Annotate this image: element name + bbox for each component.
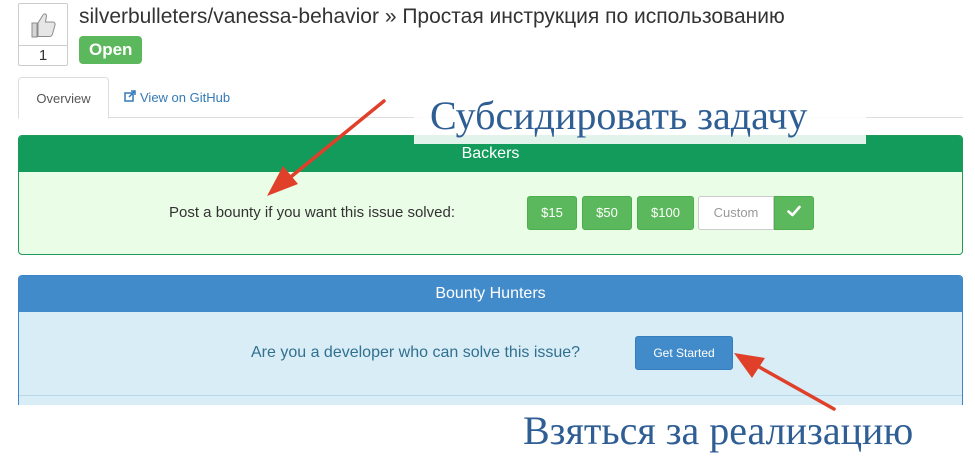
vote-box[interactable]: 1 — [18, 3, 68, 66]
confirm-bounty-button[interactable] — [774, 196, 814, 230]
backers-panel: Backers Post a bounty if you want this i… — [18, 135, 963, 255]
bounty-100-button[interactable]: $100 — [637, 196, 694, 230]
bounty-prompt: Post a bounty if you want this issue sol… — [169, 204, 455, 221]
get-started-button[interactable]: Get Started — [635, 336, 733, 370]
issue-title: silverbulleters/vanessa-behavior » Прост… — [79, 5, 785, 28]
bounty-50-button[interactable]: $50 — [582, 196, 632, 230]
annotation-implement: Взяться за реализацию — [523, 408, 914, 453]
vote-count: 1 — [38, 47, 48, 64]
bounty-hunters-heading: Bounty Hunters — [19, 276, 962, 312]
tab-view-on-github-label: View on GitHub — [140, 90, 231, 105]
hunters-prompt: Are you a developer who can solve this i… — [251, 344, 581, 361]
thumbs-up-icon[interactable] — [19, 4, 67, 46]
status-badge: Open — [79, 36, 143, 64]
custom-amount-input[interactable]: Custom — [698, 196, 774, 230]
external-link-icon — [124, 77, 136, 118]
annotation-subsidize: Субсидировать задачу — [430, 93, 808, 138]
bounty-hunters-panel: Bounty Hunters Are you a developer who c… — [18, 275, 963, 405]
tab-overview[interactable]: Overview — [18, 77, 109, 119]
check-icon — [787, 204, 801, 222]
bounty-15-button[interactable]: $15 — [527, 196, 577, 230]
bounty-row: Post a bounty if you want this issue sol… — [19, 196, 962, 230]
tab-view-on-github[interactable]: View on GitHub — [124, 77, 230, 118]
hunters-divider — [19, 395, 962, 396]
